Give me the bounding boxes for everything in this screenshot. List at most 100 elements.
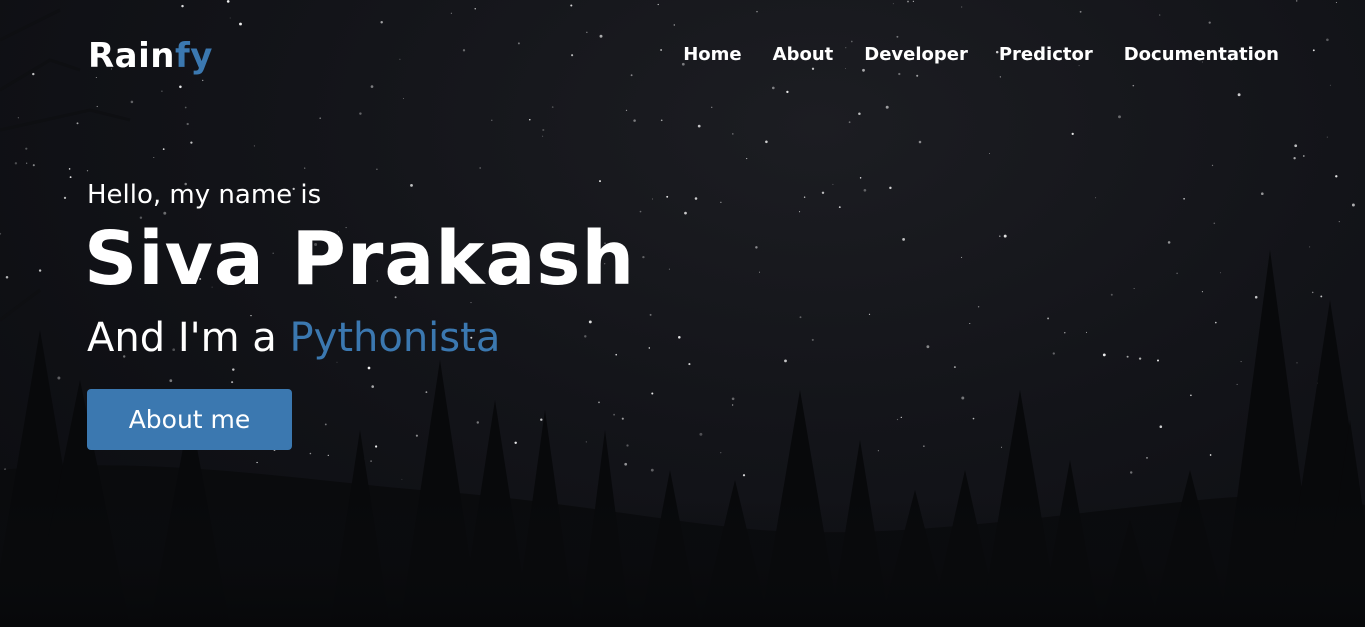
- star: [1335, 175, 1338, 178]
- star: [1240, 361, 1242, 363]
- star: [1052, 352, 1055, 355]
- star: [731, 397, 735, 401]
- star: [642, 255, 645, 259]
- star: [309, 452, 312, 455]
- star: [491, 119, 493, 121]
- star: [918, 140, 922, 144]
- star: [1129, 471, 1133, 474]
- star: [1309, 246, 1311, 248]
- nav-link-about[interactable]: About: [773, 44, 834, 65]
- star: [999, 235, 1001, 237]
- star: [784, 359, 787, 363]
- star: [821, 191, 825, 195]
- star: [877, 450, 879, 452]
- star: [624, 462, 628, 466]
- star: [375, 445, 378, 448]
- star: [1102, 353, 1106, 357]
- star: [17, 117, 19, 119]
- star: [811, 338, 814, 341]
- star: [359, 112, 362, 115]
- star: [304, 167, 306, 169]
- hero-role-highlight: Pythonista: [289, 315, 501, 361]
- brand-logo-main: Rain: [88, 36, 175, 76]
- nav-links: Home About Developer Predictor Documenta…: [683, 44, 1279, 65]
- brand-logo[interactable]: Rainfy: [88, 36, 213, 76]
- nav-link-documentation[interactable]: Documentation: [1124, 44, 1279, 65]
- star: [651, 392, 654, 395]
- star: [415, 434, 418, 437]
- nav-link-developer[interactable]: Developer: [864, 44, 968, 65]
- star: [699, 432, 703, 436]
- star: [961, 396, 965, 400]
- star: [585, 441, 587, 443]
- star: [896, 418, 899, 421]
- star: [902, 238, 905, 241]
- star: [476, 421, 480, 424]
- star: [923, 445, 925, 447]
- star: [1190, 394, 1192, 397]
- star: [69, 176, 72, 179]
- star: [755, 246, 758, 249]
- nav-link-predictor[interactable]: Predictor: [999, 44, 1093, 65]
- star: [758, 271, 761, 273]
- star: [186, 122, 189, 126]
- star: [1176, 272, 1178, 275]
- star: [1302, 155, 1305, 157]
- star: [613, 413, 615, 416]
- star: [162, 148, 165, 150]
- star: [720, 201, 722, 203]
- star: [889, 186, 892, 190]
- star: [731, 404, 734, 406]
- star: [479, 167, 481, 169]
- navbar: Rainfy Home About Developer Predictor Do…: [0, 0, 1365, 110]
- star: [542, 128, 545, 132]
- star: [1213, 222, 1216, 225]
- star: [169, 379, 173, 383]
- star: [648, 347, 650, 349]
- star: [859, 177, 862, 179]
- star: [76, 122, 79, 125]
- star: [1209, 454, 1212, 456]
- star: [666, 195, 669, 198]
- star: [190, 141, 193, 144]
- star: [529, 119, 531, 121]
- star: [848, 121, 851, 124]
- star: [540, 418, 543, 421]
- star: [742, 474, 746, 477]
- star: [1254, 295, 1258, 299]
- star: [1064, 332, 1066, 334]
- star: [684, 211, 687, 215]
- star: [14, 162, 18, 165]
- about-me-button[interactable]: About me: [87, 389, 292, 450]
- star: [1201, 291, 1203, 293]
- star: [1126, 355, 1129, 358]
- star: [1047, 317, 1050, 320]
- star: [1211, 164, 1214, 167]
- star: [324, 423, 327, 426]
- star: [639, 210, 642, 213]
- star: [1003, 234, 1007, 238]
- star: [765, 140, 768, 144]
- star: [63, 196, 67, 200]
- brand-logo-accent: fy: [174, 36, 213, 76]
- star: [256, 461, 258, 464]
- star: [253, 145, 255, 147]
- ground-shadow: [0, 500, 1365, 627]
- star: [732, 133, 734, 135]
- star: [425, 391, 428, 394]
- star: [153, 156, 155, 159]
- star: [327, 454, 329, 457]
- star: [626, 444, 629, 447]
- star: [1146, 457, 1148, 459]
- star: [1159, 425, 1163, 428]
- star: [401, 478, 403, 480]
- star: [1320, 295, 1323, 298]
- star: [1167, 241, 1171, 244]
- star: [367, 366, 371, 370]
- star: [863, 188, 867, 192]
- nav-link-home[interactable]: Home: [683, 44, 741, 65]
- star: [1311, 291, 1314, 294]
- star: [838, 206, 841, 209]
- star: [989, 153, 990, 155]
- star: [1296, 362, 1298, 364]
